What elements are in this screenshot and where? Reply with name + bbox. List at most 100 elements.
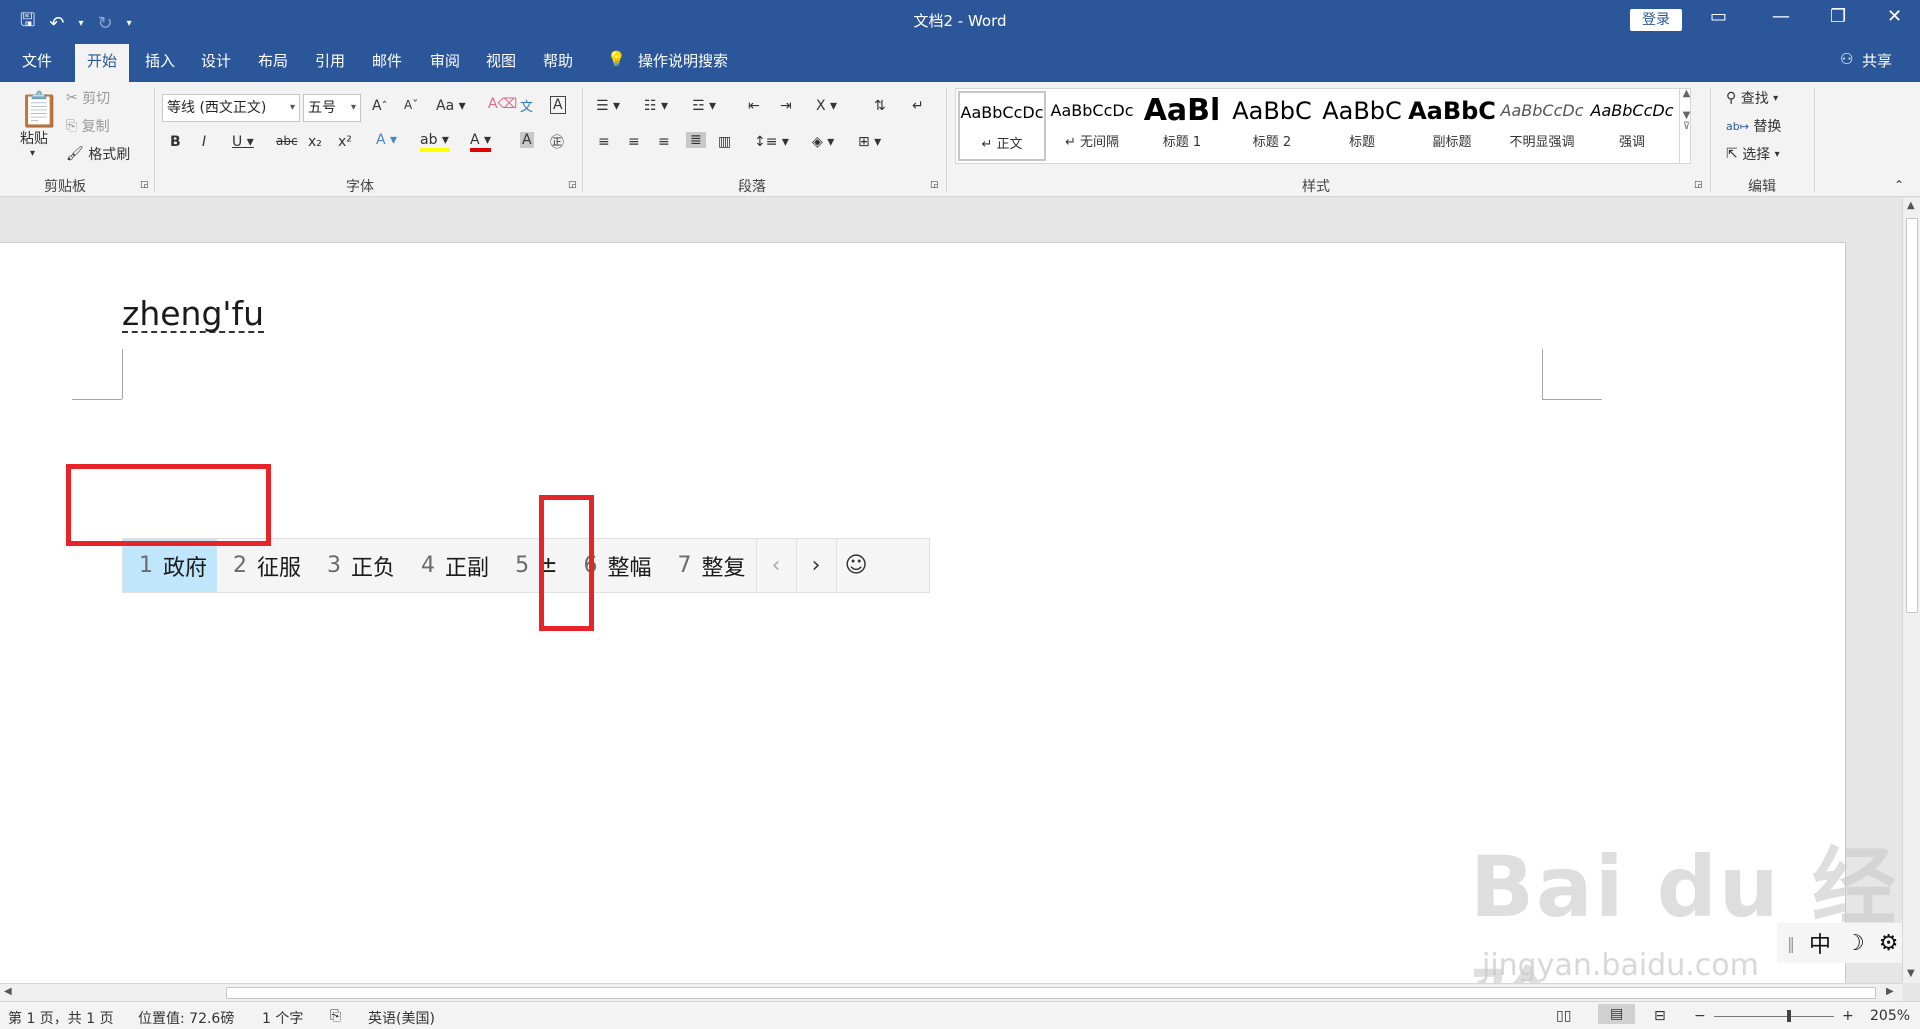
collapse-ribbon-icon[interactable]: ⌃ [1894, 178, 1904, 192]
styles-scroll[interactable]: ▲ ▼ ⊽ [1679, 88, 1693, 164]
zoom-slider-thumb[interactable] [1787, 1010, 1791, 1022]
font-family-select[interactable]: 等线 (西文正文) ▾ [162, 94, 300, 122]
proofing-icon[interactable]: ⎘ [330, 1008, 341, 1024]
zoom-level[interactable]: 205% [1870, 1008, 1910, 1024]
numbering-icon[interactable]: ☷ ▾ [644, 98, 668, 114]
format-painter-button[interactable]: 🖌 格式刷 [66, 144, 130, 164]
zoom-in-button[interactable]: + [1842, 1008, 1854, 1024]
font-color-icon[interactable]: A ▾ [470, 132, 492, 152]
ime-candidate-2[interactable]: 2 征服 [217, 539, 311, 592]
show-marks-icon[interactable]: ↵ [912, 98, 924, 114]
italic-icon[interactable]: I [202, 134, 206, 150]
chinese-layout-icon[interactable]: Ⅹ ▾ [816, 98, 837, 114]
tab-review[interactable]: 审阅 [430, 50, 460, 71]
tab-layout[interactable]: 布局 [258, 50, 288, 71]
increase-indent-icon[interactable]: ⇥ [780, 98, 792, 114]
clear-formatting-icon[interactable]: A⌫ [488, 96, 517, 112]
multilevel-list-icon[interactable]: ☲ ▾ [692, 98, 716, 114]
gear-icon[interactable]: ⚙ [1879, 931, 1899, 956]
ime-prev-page-icon[interactable]: ‹ [755, 539, 796, 592]
print-layout-icon[interactable]: ▤ [1598, 1004, 1636, 1024]
shading-icon[interactable]: ◈ ▾ [812, 134, 834, 150]
drag-handle-icon[interactable]: ‖ [1787, 934, 1795, 953]
minimize-icon[interactable]: — [1772, 6, 1790, 27]
tab-insert[interactable]: 插入 [145, 50, 175, 71]
vertical-scrollbar[interactable]: ▲ ▼ [1902, 198, 1920, 983]
subscript-icon[interactable]: x₂ [308, 134, 322, 150]
strikethrough-icon[interactable]: abc [276, 134, 298, 148]
tab-home[interactable]: 开始 [75, 44, 130, 82]
ime-mode-toggle[interactable]: 中 [1809, 927, 1831, 959]
scroll-right-icon[interactable]: ▶ [1886, 986, 1894, 997]
style-heading-2[interactable]: AaBbC 标题 2 [1228, 91, 1316, 161]
text-effects-icon[interactable]: A ▾ [376, 132, 397, 148]
phonetic-guide-icon[interactable]: 文 [520, 96, 533, 115]
tab-mailings[interactable]: 邮件 [372, 50, 402, 71]
sort-icon[interactable]: ⇅ [874, 98, 886, 114]
line-spacing-icon[interactable]: ↕≡ ▾ [754, 134, 789, 150]
scroll-up-icon[interactable]: ▲ [1907, 200, 1915, 211]
style-emphasis[interactable]: AaBbCcDc 强调 [1588, 91, 1676, 161]
character-border-icon[interactable]: A [550, 96, 566, 114]
scroll-thumb[interactable] [226, 987, 1876, 999]
copy-button[interactable]: ⎘ 复制 [66, 116, 110, 136]
style-normal[interactable]: AaBbCcDc ↵ 正文 [958, 91, 1046, 161]
ribbon-display-icon[interactable]: ▭ [1710, 6, 1727, 27]
shrink-font-icon[interactable]: Aˇ [404, 98, 418, 112]
ime-next-page-icon[interactable]: › [795, 539, 836, 592]
style-title[interactable]: AaBbC 标题 [1318, 91, 1406, 161]
clipboard-launcher-icon[interactable]: ◲ [140, 180, 149, 190]
styles-launcher-icon[interactable]: ◲ [1694, 180, 1703, 190]
page-count[interactable]: 第 1 页，共 1 页 [8, 1008, 114, 1028]
change-case-icon[interactable]: Aa ▾ [436, 98, 466, 114]
tab-view[interactable]: 视图 [486, 50, 516, 71]
tab-help[interactable]: 帮助 [543, 50, 573, 71]
ime-candidate-3[interactable]: 3 正负 [311, 539, 405, 592]
style-no-spacing[interactable]: AaBbCcDc ↵ 无间隔 [1048, 91, 1136, 161]
paste-button[interactable]: 粘贴 [20, 128, 48, 148]
superscript-icon[interactable]: x² [338, 134, 352, 150]
highlight-color-icon[interactable]: ab ▾ [420, 132, 449, 152]
share-button[interactable]: 共享 [1862, 50, 1892, 71]
justify-icon[interactable]: ≣ [686, 132, 706, 148]
decrease-indent-icon[interactable]: ⇤ [748, 98, 760, 114]
language[interactable]: 英语(美国) [368, 1008, 435, 1028]
web-layout-icon[interactable]: ⊟ [1654, 1008, 1666, 1024]
paragraph-launcher-icon[interactable]: ◲ [930, 180, 939, 190]
paste-icon[interactable]: 📋 [18, 90, 60, 130]
align-left-icon[interactable]: ≡ [598, 134, 610, 150]
ime-candidate-1[interactable]: 1 政府 [123, 539, 218, 592]
style-subtle-emphasis[interactable]: AaBbCcDc 不明显强调 [1498, 91, 1586, 161]
distributed-icon[interactable]: ▥ [718, 134, 731, 150]
underline-icon[interactable]: U ▾ [232, 134, 254, 150]
tab-file[interactable]: 文件 [22, 50, 52, 71]
tab-references[interactable]: 引用 [315, 50, 345, 71]
font-size-select[interactable]: 五号 ▾ [303, 94, 361, 122]
character-shading-icon[interactable]: A [520, 132, 534, 148]
restore-icon[interactable]: ❐ [1830, 6, 1846, 27]
ime-candidate-4[interactable]: 4 正副 [405, 539, 499, 592]
cut-button[interactable]: ✂ 剪切 [66, 88, 110, 108]
moon-icon[interactable]: ☽ [1845, 931, 1865, 956]
scroll-thumb[interactable] [1906, 218, 1918, 613]
grow-font-icon[interactable]: Aˆ [372, 98, 387, 114]
bullets-icon[interactable]: ☰ ▾ [596, 98, 620, 114]
zoom-slider[interactable] [1714, 1016, 1834, 1017]
scroll-left-icon[interactable]: ◀ [4, 986, 12, 997]
ime-candidate-7[interactable]: 7 整复 [662, 539, 756, 592]
close-icon[interactable]: ✕ [1887, 6, 1902, 27]
align-center-icon[interactable]: ≡ [628, 134, 640, 150]
horizontal-scrollbar[interactable]: ◀ ▶ [0, 983, 1902, 1001]
bold-icon[interactable]: B [170, 134, 181, 150]
login-button[interactable]: 登录 [1630, 9, 1682, 31]
zoom-out-button[interactable]: − [1694, 1008, 1706, 1024]
style-subtitle[interactable]: AaBbC 副标题 [1408, 91, 1496, 161]
read-mode-icon[interactable]: ▯▯ [1556, 1008, 1571, 1024]
borders-icon[interactable]: ⊞ ▾ [858, 134, 881, 150]
find-button[interactable]: ⚲ 查找 ▾ [1726, 88, 1778, 108]
enclose-characters-icon[interactable]: ㊣ [550, 132, 564, 152]
word-count[interactable]: 1 个字 [262, 1008, 303, 1028]
tell-me-search[interactable]: 操作说明搜索 [638, 50, 728, 71]
style-heading-1[interactable]: AaBl 标题 1 [1138, 91, 1226, 161]
scroll-down-icon[interactable]: ▼ [1907, 968, 1915, 979]
